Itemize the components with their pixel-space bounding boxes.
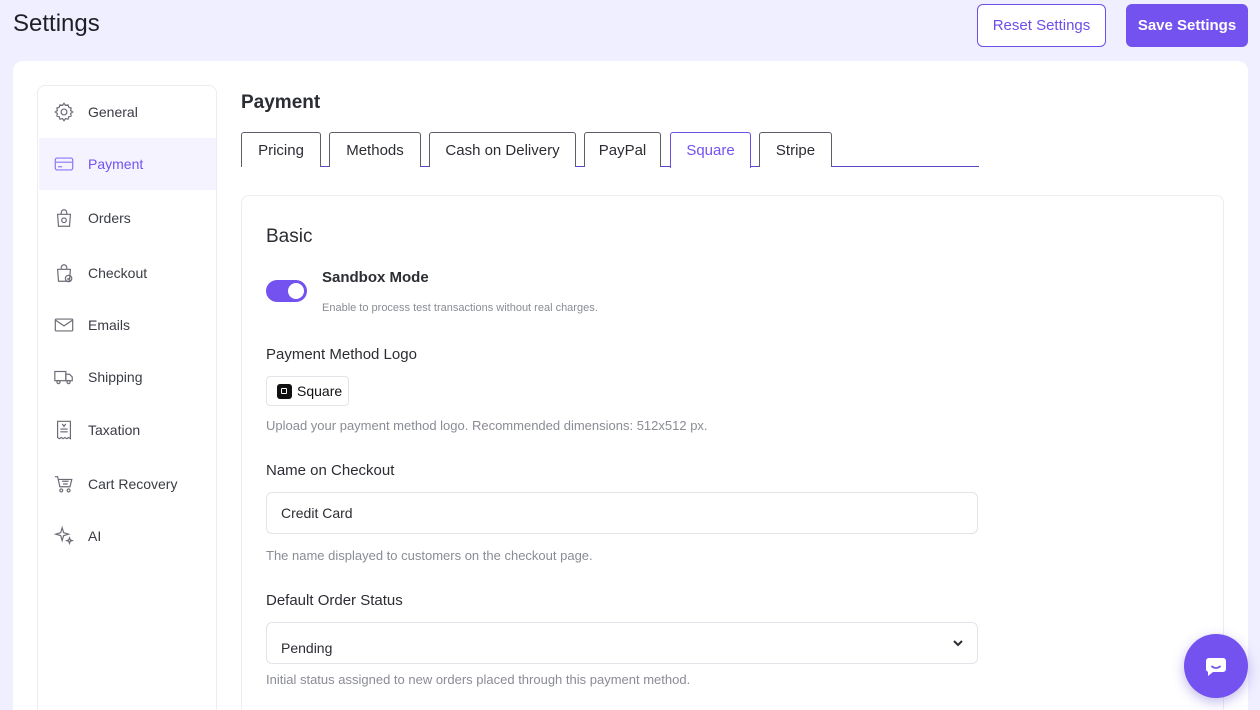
- name-on-checkout-label: Name on Checkout: [266, 462, 395, 479]
- sidebar-item-label: Payment: [88, 156, 144, 172]
- tab-methods[interactable]: Methods: [329, 132, 421, 167]
- chat-bubble-icon: [1206, 658, 1226, 676]
- sidebar-item-label: Checkout: [88, 265, 148, 281]
- name-on-checkout-value: Credit Card: [281, 505, 353, 521]
- cart-icon: [53, 473, 75, 495]
- name-on-checkout-help: The name displayed to customers on the c…: [266, 548, 593, 563]
- sidebar-item-payment[interactable]: Payment: [39, 138, 216, 190]
- sidebar-item-ai[interactable]: AI: [39, 510, 216, 562]
- sidebar-item-emails[interactable]: Emails: [39, 299, 216, 351]
- bag-check-icon: [53, 262, 75, 284]
- sidebar-item-shipping[interactable]: Shipping: [39, 351, 216, 403]
- toggle-knob: [288, 283, 304, 299]
- tab-cash-on-delivery[interactable]: Cash on Delivery: [429, 132, 576, 167]
- sidebar-item-checkout[interactable]: Checkout: [39, 247, 216, 299]
- page-title: Settings: [13, 10, 100, 37]
- default-order-status-help: Initial status assigned to new orders pl…: [266, 672, 691, 687]
- truck-icon: [53, 366, 75, 388]
- logo-text: Square: [297, 383, 343, 399]
- sidebar-item-label: Orders: [88, 210, 131, 226]
- tab-square[interactable]: Square: [670, 132, 751, 168]
- sidebar-item-general[interactable]: General: [39, 86, 216, 138]
- default-order-status-value: Pending: [281, 640, 333, 656]
- sidebar-item-label: Emails: [88, 317, 131, 333]
- chat-button[interactable]: [1184, 634, 1248, 698]
- default-order-status-select[interactable]: Pending: [266, 622, 978, 664]
- name-on-checkout-input[interactable]: Credit Card: [266, 492, 978, 534]
- sidebar-item-cart-recovery[interactable]: Cart Recovery: [39, 458, 216, 510]
- payment-tabs: Pricing Methods Cash on Delivery PayPal …: [241, 132, 979, 168]
- tab-stripe[interactable]: Stripe: [759, 132, 832, 167]
- sparkles-icon: [53, 525, 75, 547]
- payment-method-logo-label: Payment Method Logo: [266, 346, 417, 363]
- envelope-icon: [53, 314, 75, 336]
- sidebar-item-label: General: [88, 104, 138, 120]
- payment-method-logo-upload[interactable]: Square: [266, 376, 349, 406]
- tab-paypal[interactable]: PayPal: [584, 132, 661, 167]
- save-settings-button[interactable]: Save Settings: [1126, 4, 1248, 47]
- default-order-status-label: Default Order Status: [266, 592, 403, 609]
- gear-icon: [53, 101, 75, 123]
- sidebar-item-label: AI: [88, 528, 102, 544]
- sidebar-item-label: Taxation: [88, 422, 141, 438]
- credit-card-icon: [53, 153, 75, 175]
- payment-method-logo-help: Upload your payment method logo. Recomme…: [266, 418, 708, 433]
- section-title: Payment: [241, 92, 321, 113]
- shopping-bag-icon: [53, 207, 75, 229]
- sidebar-item-label: Shipping: [88, 369, 143, 385]
- sidebar-item-taxation[interactable]: Taxation: [39, 404, 216, 456]
- square-logo-icon: [277, 383, 292, 399]
- sandbox-mode-description: Enable to process test transactions with…: [322, 302, 598, 314]
- tab-pricing[interactable]: Pricing: [241, 132, 321, 167]
- basic-heading: Basic: [266, 226, 313, 247]
- receipt-icon: [53, 419, 75, 441]
- sandbox-mode-label: Sandbox Mode: [322, 269, 429, 286]
- chevron-down-icon: [951, 636, 965, 650]
- sandbox-mode-toggle[interactable]: [266, 280, 307, 302]
- settings-sidebar: General Payment Orders Checkout Emails S…: [37, 85, 217, 710]
- sidebar-item-label: Cart Recovery: [88, 476, 178, 492]
- reset-settings-button[interactable]: Reset Settings: [977, 4, 1106, 47]
- sidebar-item-orders[interactable]: Orders: [39, 192, 216, 244]
